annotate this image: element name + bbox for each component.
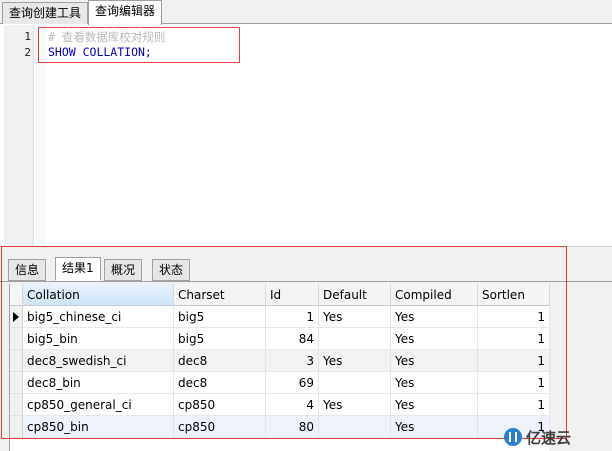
line-number: 2	[24, 46, 31, 59]
line-number-gutter: 1 2	[4, 25, 34, 246]
yisu-logo-icon	[504, 428, 522, 446]
annotation-highlight-box	[1, 246, 567, 439]
watermark: 亿速云	[504, 426, 571, 448]
line-number: 1	[24, 30, 31, 43]
annotation-highlight-box	[38, 27, 240, 63]
editor-tab-bar: 查询创建工具 查询编辑器	[0, 0, 612, 25]
tab-query-builder[interactable]: 查询创建工具	[2, 2, 89, 24]
tab-query-editor[interactable]: 查询编辑器	[88, 0, 163, 25]
watermark-text: 亿速云	[526, 428, 572, 447]
